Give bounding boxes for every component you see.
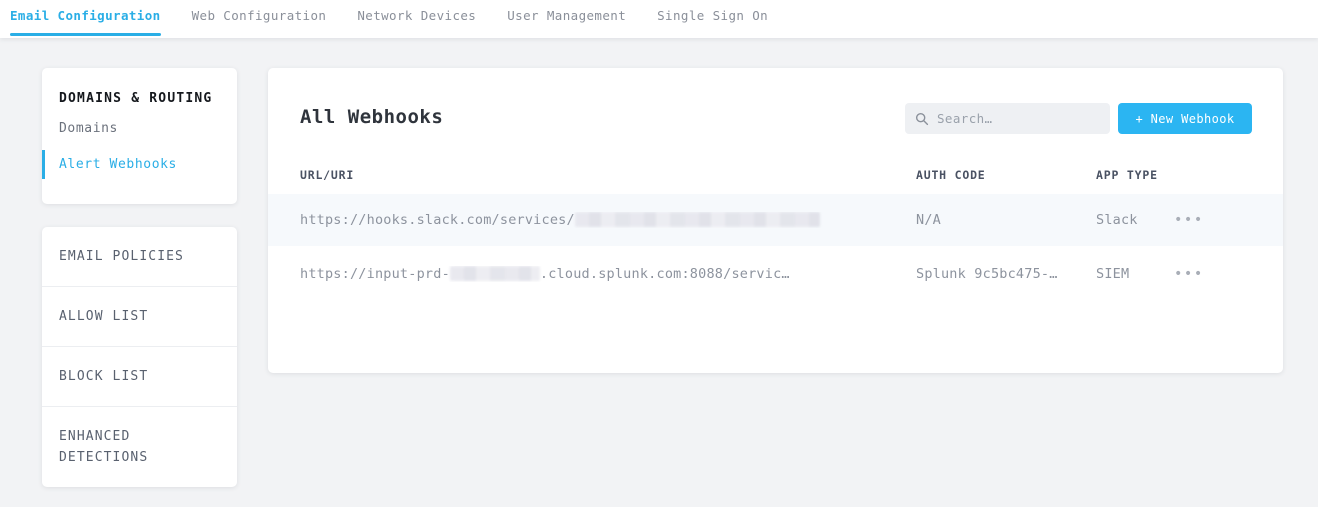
url-text: https://input-prd- [300,266,450,282]
domains-routing-title: DOMAINS & ROUTING [42,91,237,106]
tab-single-sign-on[interactable]: Single Sign On [657,0,768,36]
sidebar-section-block-list[interactable]: BLOCK LIST [42,347,237,407]
tab-web-configuration[interactable]: Web Configuration [192,0,327,36]
table-header: URL/URI AUTH CODE APP TYPE [268,168,1283,182]
sidebar-section-email-policies[interactable]: EMAIL POLICIES [42,227,237,287]
sidebar-item-domains[interactable]: Domains [42,114,237,143]
cell-app-type: Slack [1096,212,1174,228]
sidebar-item-alert-webhooks[interactable]: Alert Webhooks [42,150,237,179]
cell-app-type: SIEM [1096,266,1174,282]
tab-network-devices[interactable]: Network Devices [357,0,476,36]
sidebar-sections-card: EMAIL POLICIESALLOW LISTBLOCK LISTENHANC… [42,227,237,487]
domains-routing-card: DOMAINS & ROUTING Domains Alert Webhooks [42,68,237,204]
tab-email-configuration[interactable]: Email Configuration [10,0,161,36]
cell-url: https://input-prd- .cloud.splunk.com:8088… [268,266,916,282]
search-input[interactable] [937,111,1100,126]
cell-auth-code: Splunk 9c5bc475-… [916,266,1096,282]
tab-user-management[interactable]: User Management [507,0,626,36]
column-header-auth: AUTH CODE [916,168,1096,182]
page-title: All Webhooks [300,106,443,128]
url-text: https://hooks.slack.com/services/ [300,212,575,228]
webhooks-panel: All Webhooks + New Webhook URL/URI AUTH … [268,68,1283,373]
table-row: https://hooks.slack.com/services/N/ASlac… [268,194,1283,246]
sidebar-section-allow-list[interactable]: ALLOW LIST [42,287,237,347]
cell-auth-code: N/A [916,212,1096,228]
new-webhook-button[interactable]: + New Webhook [1118,103,1252,134]
table-row: https://input-prd- .cloud.splunk.com:8088… [268,246,1283,302]
url-text: .cloud.splunk.com:8088/servic… [540,266,790,282]
search-icon [915,112,929,126]
redacted-url-segment [575,212,820,227]
column-header-app: APP TYPE [1096,168,1174,182]
search-box[interactable] [905,103,1110,134]
table-body: https://hooks.slack.com/services/N/ASlac… [268,194,1283,302]
redacted-url-segment [450,266,540,281]
cell-url: https://hooks.slack.com/services/ [268,212,916,228]
row-actions-menu-icon[interactable]: ••• [1174,215,1204,225]
sidebar-section-enhanced-detections[interactable]: ENHANCED DETECTIONS [42,407,237,487]
row-actions-menu-icon[interactable]: ••• [1174,269,1204,279]
top-navigation: Email Configuration Web Configuration Netw… [0,0,1318,38]
column-header-url: URL/URI [268,168,916,182]
